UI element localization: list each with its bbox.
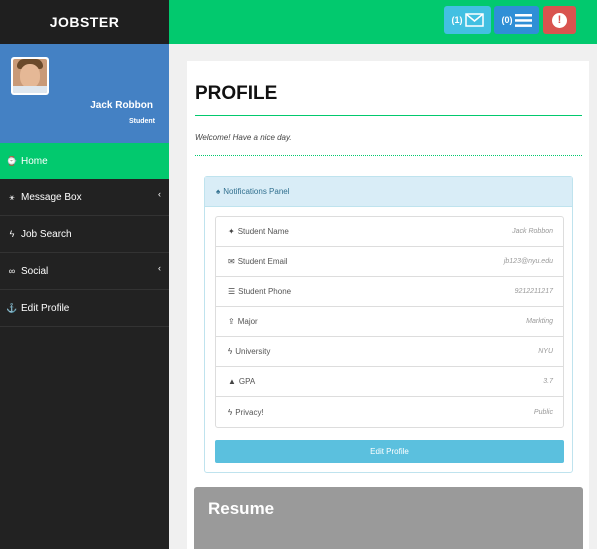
row-value: Jack Robbon bbox=[512, 228, 553, 235]
row-label: GPA bbox=[238, 377, 256, 386]
top-bar: (1) (0) ! bbox=[169, 0, 597, 44]
warning-icon: ▲ bbox=[228, 377, 236, 386]
dashboard-icon: ⌚ bbox=[6, 155, 18, 166]
profile-panel: PROFILE Welcome! Have a nice day. ♠ Noti… bbox=[187, 61, 589, 549]
row-value: jb123@nyu.edu bbox=[503, 258, 553, 265]
list-item: ✉ Student Email jb123@nyu.edu bbox=[216, 247, 563, 277]
bolt-icon: ϟ bbox=[228, 407, 233, 417]
welcome-message: Welcome! Have a nice day. bbox=[195, 133, 292, 142]
share-icon: ∞ bbox=[8, 266, 16, 276]
twitter-icon: ✦ bbox=[228, 227, 235, 236]
user-name: Jack Robbon bbox=[90, 100, 153, 111]
sidebar-item-social[interactable]: ∞ Social ‹ bbox=[0, 253, 169, 290]
sitemap-icon: ⚹ bbox=[9, 191, 15, 202]
notifications-panel: ♠ Notifications Panel ✦ Student Name Jack … bbox=[204, 176, 573, 473]
sidebar-item-label: Message Box bbox=[21, 191, 82, 203]
edit-profile-button[interactable]: Edit Profile bbox=[215, 440, 564, 463]
tasks-button[interactable]: (0) bbox=[494, 6, 539, 34]
row-label: University bbox=[235, 347, 271, 356]
envelope-icon: ✉ bbox=[228, 257, 235, 266]
list-item: ⇪ Major Markting bbox=[216, 307, 563, 337]
notifications-panel-header: ♠ Notifications Panel bbox=[205, 177, 572, 207]
list-item: ϟ University NYU bbox=[216, 337, 563, 367]
bolt-icon: ϟ bbox=[228, 347, 233, 356]
sidebar-item-label: Edit Profile bbox=[21, 302, 70, 314]
profile-details-list: ✦ Student Name Jack Robbon ✉ Student Email jb… bbox=[215, 216, 564, 428]
resume-panel: Resume bbox=[194, 487, 583, 549]
bolt-icon: ϟ bbox=[9, 229, 15, 239]
sidebar-item-label: Home bbox=[21, 155, 48, 167]
list-item: ☰ Student Phone 9212211217 bbox=[216, 277, 563, 307]
list-item: ϟ Privacy! Public bbox=[216, 397, 563, 427]
sidebar-item-job-search[interactable]: ϟ Job Search bbox=[0, 216, 169, 253]
row-label: Major bbox=[237, 317, 258, 326]
avatar[interactable] bbox=[11, 57, 49, 95]
messages-button[interactable]: (1) bbox=[444, 6, 491, 34]
upload-icon: ⇪ bbox=[228, 317, 235, 326]
tasks-count: (0) bbox=[501, 15, 513, 25]
alerts-button[interactable]: ! bbox=[543, 6, 576, 34]
row-label: Student Email bbox=[237, 257, 288, 266]
user-role: Student bbox=[128, 118, 155, 125]
list-item: ✦ Student Name Jack Robbon bbox=[216, 217, 563, 247]
row-value: Markting bbox=[526, 318, 553, 325]
row-label: Privacy! bbox=[235, 407, 264, 417]
exclamation-icon: ! bbox=[552, 12, 567, 28]
sidebar-nav: ⌚ Home ⚹ Message Box ‹ ϟ Job Search ∞ Social ‹ ⚓ Ed… bbox=[0, 143, 169, 327]
tasks-icon: ☰ bbox=[228, 287, 236, 296]
sidebar-item-label: Job Search bbox=[21, 228, 72, 240]
row-value: NYU bbox=[538, 348, 553, 355]
title-divider bbox=[195, 115, 582, 116]
resume-title: Resume bbox=[208, 499, 275, 518]
sidebar-item-home[interactable]: ⌚ Home bbox=[0, 143, 169, 179]
user-card: Jack Robbon Student bbox=[0, 44, 169, 143]
row-label: Student Name bbox=[237, 227, 289, 236]
row-value: Public bbox=[533, 408, 553, 416]
row-value: 9212211217 bbox=[514, 288, 553, 295]
sidebar-item-edit-profile[interactable]: ⚓ Edit Profile bbox=[0, 290, 169, 327]
anchor-icon: ⚓ bbox=[6, 302, 18, 313]
bell-icon: ♠ bbox=[216, 187, 221, 196]
notifications-panel-title: Notifications Panel bbox=[223, 187, 290, 196]
list-icon bbox=[514, 13, 532, 27]
messages-count: (1) bbox=[451, 15, 463, 25]
sidebar-item-label: Social bbox=[21, 265, 49, 277]
list-item: ▲ GPA 3.7 bbox=[216, 367, 563, 397]
sidebar: JOBSTER Jack Robbon Student ⌚ Home ⚹ Messag… bbox=[0, 0, 169, 549]
welcome-divider bbox=[195, 155, 582, 156]
chevron-left-icon: ‹ bbox=[158, 189, 161, 199]
row-label: Student Phone bbox=[238, 287, 292, 296]
page-title: PROFILE bbox=[195, 83, 278, 104]
sidebar-item-message-box[interactable]: ⚹ Message Box ‹ bbox=[0, 179, 169, 216]
chevron-left-icon: ‹ bbox=[158, 263, 161, 273]
envelope-icon bbox=[464, 13, 484, 27]
brand-logo[interactable]: JOBSTER bbox=[0, 0, 169, 44]
row-value: 3.7 bbox=[543, 378, 553, 385]
